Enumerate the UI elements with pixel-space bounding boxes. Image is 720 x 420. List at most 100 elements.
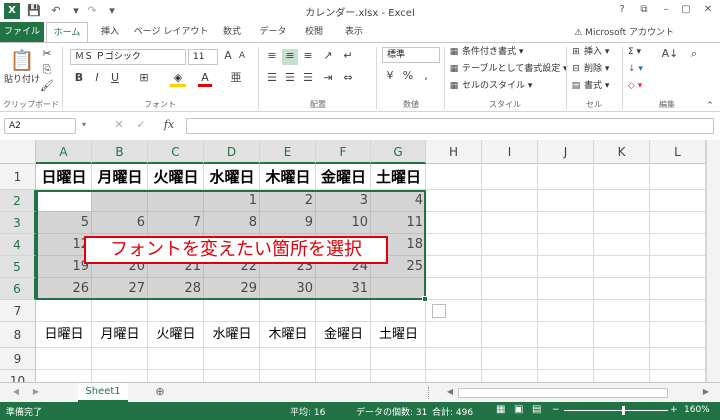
- zoom-slider[interactable]: [564, 410, 668, 411]
- weekday-header-cell[interactable]: 金曜日: [316, 164, 371, 190]
- weekday-label-cell[interactable]: 土曜日: [371, 322, 426, 348]
- sheet-next-icon[interactable]: ▶: [30, 385, 42, 401]
- scroll-left-icon[interactable]: ◀: [444, 385, 456, 401]
- account-link[interactable]: ⚠ Microsoft アカウント: [574, 25, 674, 38]
- font-name-select[interactable]: ＭＳ Ｐゴシック: [70, 49, 186, 65]
- row-header[interactable]: 1: [0, 164, 36, 190]
- close-button[interactable]: ✕: [700, 2, 716, 18]
- calendar-day-cell[interactable]: 7: [148, 212, 204, 234]
- middle-align-icon[interactable]: ≡: [282, 49, 298, 65]
- wrap-text-icon[interactable]: ↵: [340, 49, 356, 65]
- font-color-icon[interactable]: A: [198, 71, 212, 87]
- row-header[interactable]: 4: [0, 234, 36, 256]
- fill-color-icon[interactable]: ◈: [170, 71, 186, 87]
- weekday-header-cell[interactable]: 月曜日: [92, 164, 148, 190]
- weekday-header-cell[interactable]: 水曜日: [204, 164, 260, 190]
- ribbon-display-button[interactable]: ⧉: [636, 2, 652, 18]
- insert-function-button[interactable]: fx: [160, 118, 178, 134]
- zoom-out-icon[interactable]: −: [552, 405, 560, 415]
- comma-style-icon[interactable]: ,: [418, 69, 434, 85]
- paste-button[interactable]: 貼り付け: [4, 73, 40, 87]
- tab-insert[interactable]: 挿入: [92, 22, 128, 42]
- column-header[interactable]: B: [92, 140, 148, 164]
- zoom-slider-thumb[interactable]: [622, 406, 625, 415]
- weekday-label-cell[interactable]: 日曜日: [36, 322, 92, 348]
- calendar-day-cell[interactable]: 1: [204, 190, 260, 212]
- fill-handle[interactable]: [422, 296, 428, 302]
- enter-icon[interactable]: ✓: [134, 118, 148, 134]
- vertical-scrollbar[interactable]: [706, 140, 720, 382]
- calendar-day-cell[interactable]: [371, 278, 426, 300]
- name-box[interactable]: A2: [4, 118, 76, 134]
- cancel-icon[interactable]: ✕: [112, 118, 126, 134]
- merge-center-icon[interactable]: ⇔: [340, 71, 356, 87]
- column-header[interactable]: I: [482, 140, 538, 164]
- row-header[interactable]: 3: [0, 212, 36, 234]
- column-header[interactable]: G: [371, 140, 426, 164]
- calendar-day-cell[interactable]: 2: [260, 190, 316, 212]
- column-header[interactable]: J: [538, 140, 594, 164]
- autosum-button[interactable]: Σ ▾: [628, 45, 641, 59]
- percent-icon[interactable]: %: [400, 69, 416, 85]
- spreadsheet-grid[interactable]: A B C D E F G H I J K L 1 2 3 4 5 6 7 8 9 10 日曜日 月曜日 火曜日 水曜日 木曜日 金曜…: [0, 140, 720, 382]
- calendar-day-cell[interactable]: 27: [92, 278, 148, 300]
- tab-split-handle[interactable]: [428, 387, 432, 399]
- row-header[interactable]: 7: [0, 300, 36, 322]
- bold-button[interactable]: B: [72, 71, 86, 87]
- align-right-icon[interactable]: ☰: [300, 71, 316, 87]
- calendar-day-cell[interactable]: 30: [260, 278, 316, 300]
- calendar-day-cell[interactable]: 26: [36, 278, 92, 300]
- paste-icon[interactable]: 📋: [8, 47, 36, 73]
- borders-icon[interactable]: ⊞: [134, 71, 154, 87]
- column-header[interactable]: H: [426, 140, 482, 164]
- page-layout-view-icon[interactable]: ▣: [514, 404, 523, 415]
- column-header[interactable]: D: [204, 140, 260, 164]
- quick-analysis-icon[interactable]: [432, 304, 446, 318]
- bottom-align-icon[interactable]: ≡: [300, 49, 316, 65]
- align-center-icon[interactable]: ☰: [282, 71, 298, 87]
- format-painter-icon[interactable]: 🖌: [40, 79, 54, 95]
- fill-button[interactable]: ↓ ▾: [628, 62, 643, 76]
- conditional-format-button[interactable]: 条件付き書式 ▾: [462, 45, 523, 59]
- underline-button[interactable]: U: [108, 71, 122, 87]
- sheet-prev-icon[interactable]: ◀: [10, 385, 22, 401]
- help-button[interactable]: ?: [614, 2, 630, 18]
- currency-icon[interactable]: ¥: [382, 69, 398, 85]
- calendar-day-cell[interactable]: 29: [204, 278, 260, 300]
- find-select-icon[interactable]: ⌕: [684, 47, 704, 63]
- horizontal-scrollbar[interactable]: [458, 388, 668, 398]
- delete-cells-button[interactable]: 削除 ▾: [584, 62, 609, 76]
- tab-data[interactable]: データ: [254, 22, 292, 42]
- shrink-font-icon[interactable]: A: [236, 49, 248, 65]
- calendar-day-cell[interactable]: 10: [316, 212, 371, 234]
- row-header[interactable]: 8: [0, 322, 36, 348]
- page-break-view-icon[interactable]: ▤: [532, 404, 541, 415]
- select-all-corner[interactable]: [0, 140, 36, 164]
- tab-formulas[interactable]: 数式: [214, 22, 250, 42]
- tab-home[interactable]: ホーム: [46, 22, 88, 43]
- weekday-header-cell[interactable]: 木曜日: [260, 164, 316, 190]
- normal-view-icon[interactable]: ▦: [496, 404, 505, 415]
- sort-filter-icon[interactable]: A↓: [660, 47, 680, 63]
- tab-file[interactable]: ファイル: [0, 22, 44, 42]
- calendar-day-cell[interactable]: 11: [371, 212, 426, 234]
- column-header[interactable]: E: [260, 140, 316, 164]
- phonetic-guide-icon[interactable]: 亜: [228, 71, 244, 87]
- calendar-day-cell[interactable]: 3: [316, 190, 371, 212]
- copy-icon[interactable]: ⎘: [40, 63, 54, 79]
- font-size-select[interactable]: 11: [188, 49, 218, 65]
- minimize-button[interactable]: –: [658, 2, 674, 18]
- insert-cells-button[interactable]: 挿入 ▾: [584, 45, 609, 59]
- row-header[interactable]: 6: [0, 278, 36, 300]
- tab-page-layout[interactable]: ページ レイアウト: [132, 22, 210, 42]
- weekday-header-cell[interactable]: 火曜日: [148, 164, 204, 190]
- maximize-button[interactable]: ▢: [678, 2, 694, 18]
- column-header[interactable]: K: [594, 140, 650, 164]
- weekday-label-cell[interactable]: 水曜日: [204, 322, 260, 348]
- format-as-table-button[interactable]: テーブルとして書式設定 ▾: [462, 62, 568, 76]
- calendar-day-cell[interactable]: [92, 190, 148, 212]
- row-header[interactable]: 5: [0, 256, 36, 278]
- tab-view[interactable]: 表示: [336, 22, 372, 42]
- orientation-icon[interactable]: ↗: [320, 49, 336, 65]
- weekday-label-cell[interactable]: 木曜日: [260, 322, 316, 348]
